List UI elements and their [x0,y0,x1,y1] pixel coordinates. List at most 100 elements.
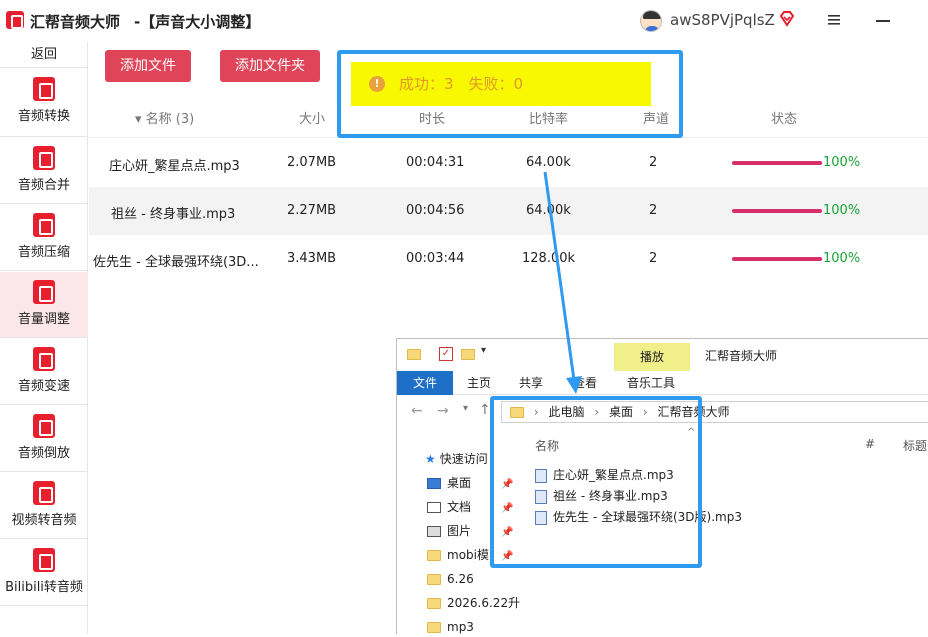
up-arrow-icon[interactable]: ↑ [479,402,491,418]
file-name: 庄心妍_繁星点点.mp3 [109,159,240,174]
file-duration: 00:04:56 [406,203,465,218]
audio-compress-icon [33,213,55,237]
audio-convert-icon [33,77,55,101]
column-header-name[interactable]: ▾ 名称 (3) [135,108,194,127]
folder-icon [427,574,441,585]
explorer-title: 汇帮音频大师 [705,349,778,363]
folder-icon [407,349,421,360]
progress-percent: 100% [823,155,861,170]
nav-item-documents[interactable]: 文档 [427,497,471,517]
sidebar-item-label: 视频转音频 [11,513,77,528]
sidebar-item-label: Bilibili转音频 [5,580,83,595]
progress-bar [732,257,822,261]
sidebar-item-bilibili-to-audio[interactable]: Bilibili转音频 [0,540,88,606]
file-channels: 2 [649,251,658,266]
table-row[interactable]: 祖丝 - 终身事业.mp3 2.27MB 00:04:56 64.00k 2 1… [89,187,928,235]
desktop-icon [427,478,441,489]
add-folder-button[interactable]: 添加文件夹 [220,50,320,82]
sidebar-item-label: 音频合并 [17,178,70,193]
username[interactable]: awS8PVjPqlsZ [670,11,775,29]
quick-access-dropdown-icon[interactable]: ▾ [481,345,486,356]
play-context-tab[interactable]: 播放 [614,343,690,371]
table-row[interactable]: 庄心妍_繁星点点.mp3 2.07MB 00:04:31 64.00k 2 10… [89,139,928,187]
app-logo-icon [6,11,24,29]
column-header-status[interactable]: 状态 [771,108,797,127]
file-channels: 2 [649,155,658,170]
menu-icon[interactable] [826,12,842,28]
tab-home[interactable]: 主页 [467,371,491,395]
back-button[interactable]: 返回 [0,42,88,68]
sidebar-item-audio-speed[interactable]: 音频变速 [0,339,88,405]
sidebar-item-label: 音频转换 [17,109,70,124]
folder-icon [427,598,441,609]
new-folder-icon[interactable] [461,349,475,360]
file-duration: 00:03:44 [406,251,465,266]
audio-merge-icon [33,146,55,170]
sidebar-item-label: 音量调整 [17,312,70,327]
properties-icon[interactable]: ✓ [439,347,453,361]
nav-item-quick-access[interactable]: ★ 快速访问 [425,449,488,469]
vip-diamond-icon[interactable] [778,10,796,28]
nav-item-folder[interactable]: mp3 [427,617,474,637]
tv-icon [33,548,55,572]
sidebar-item-audio-reverse[interactable]: 音频倒放 [0,406,88,472]
explorer-ribbon-tabs: 文件 主页 共享 查看 音乐工具 [397,371,928,395]
highlight-box-output-files [490,396,702,568]
music-note-icon [33,414,55,438]
file-name: 佐先生 - 全球最强环绕(3D... [93,255,259,270]
app-name: 汇帮音频大师 [30,13,121,31]
nav-item-folder[interactable]: 2026.6.22升 [427,593,520,613]
folder-icon [427,622,441,633]
volume-icon [33,280,55,304]
nav-item-folder[interactable]: 6.26 [427,569,474,589]
column-header-title[interactable]: 标题 [903,437,927,454]
file-duration: 00:04:31 [406,155,465,170]
highlight-box-toast [337,50,683,138]
nav-item-pictures[interactable]: 图片 [427,521,471,541]
progress-percent: 100% [823,203,861,218]
sidebar-item-audio-merge[interactable]: 音频合并 [0,138,88,204]
star-icon: ★ [425,452,436,466]
file-bitrate: 64.00k [526,203,571,218]
file-name: 祖丝 - 终身事业.mp3 [111,207,236,222]
minimize-icon[interactable] [876,20,890,22]
file-size: 2.27MB [287,203,337,218]
explorer-title-bar: ✓ ▾ 播放 汇帮音频大师 [397,339,928,371]
title-bar: 汇帮音频大师 -【声音大小调整】 awS8PVjPqlsZ [0,0,928,42]
document-icon [427,502,441,513]
progress-bar [732,209,822,213]
column-header-size[interactable]: 大小 [299,108,325,127]
microphone-icon [33,347,55,371]
sidebar-item-label: 音频压缩 [17,245,70,260]
file-bitrate: 64.00k [526,155,571,170]
sidebar-item-label: 音频变速 [17,379,70,394]
pictures-icon [427,526,441,537]
tab-view[interactable]: 查看 [573,371,597,395]
file-size: 2.07MB [287,155,337,170]
sidebar: 返回 音频转换 音频合并 音频压缩 音量调整 音频变速 音频倒放 视频转音频 B… [0,42,88,634]
back-arrow-icon[interactable]: ← [411,403,423,419]
folder-icon [427,550,441,561]
file-bitrate: 128.00k [522,251,576,266]
sidebar-item-label: 音频倒放 [17,446,70,461]
tab-music-tools[interactable]: 音乐工具 [627,371,675,395]
tab-file[interactable]: 文件 [397,371,453,395]
table-row[interactable]: 佐先生 - 全球最强环绕(3D... 3.43MB 00:03:44 128.0… [89,235,928,283]
film-icon [33,481,55,505]
progress-percent: 100% [823,251,861,266]
user-avatar[interactable] [640,10,662,32]
tab-share[interactable]: 共享 [519,371,543,395]
add-file-button[interactable]: 添加文件 [105,50,191,82]
nav-item-folder[interactable]: mobi模 [427,545,489,565]
recent-dropdown-icon[interactable]: ▾ [463,403,468,414]
nav-item-desktop[interactable]: 桌面 [427,473,471,493]
sidebar-item-audio-compress[interactable]: 音频压缩 [0,205,88,271]
forward-arrow-icon[interactable]: → [437,403,449,419]
window-title: -【声音大小调整】 [134,13,261,31]
column-header-number[interactable]: # [865,437,875,451]
sidebar-item-volume-adjust[interactable]: 音量调整 [0,272,88,338]
sidebar-item-audio-convert[interactable]: 音频转换 [0,69,88,137]
progress-bar [732,161,822,165]
file-size: 3.43MB [287,251,337,266]
sidebar-item-video-to-audio[interactable]: 视频转音频 [0,473,88,539]
